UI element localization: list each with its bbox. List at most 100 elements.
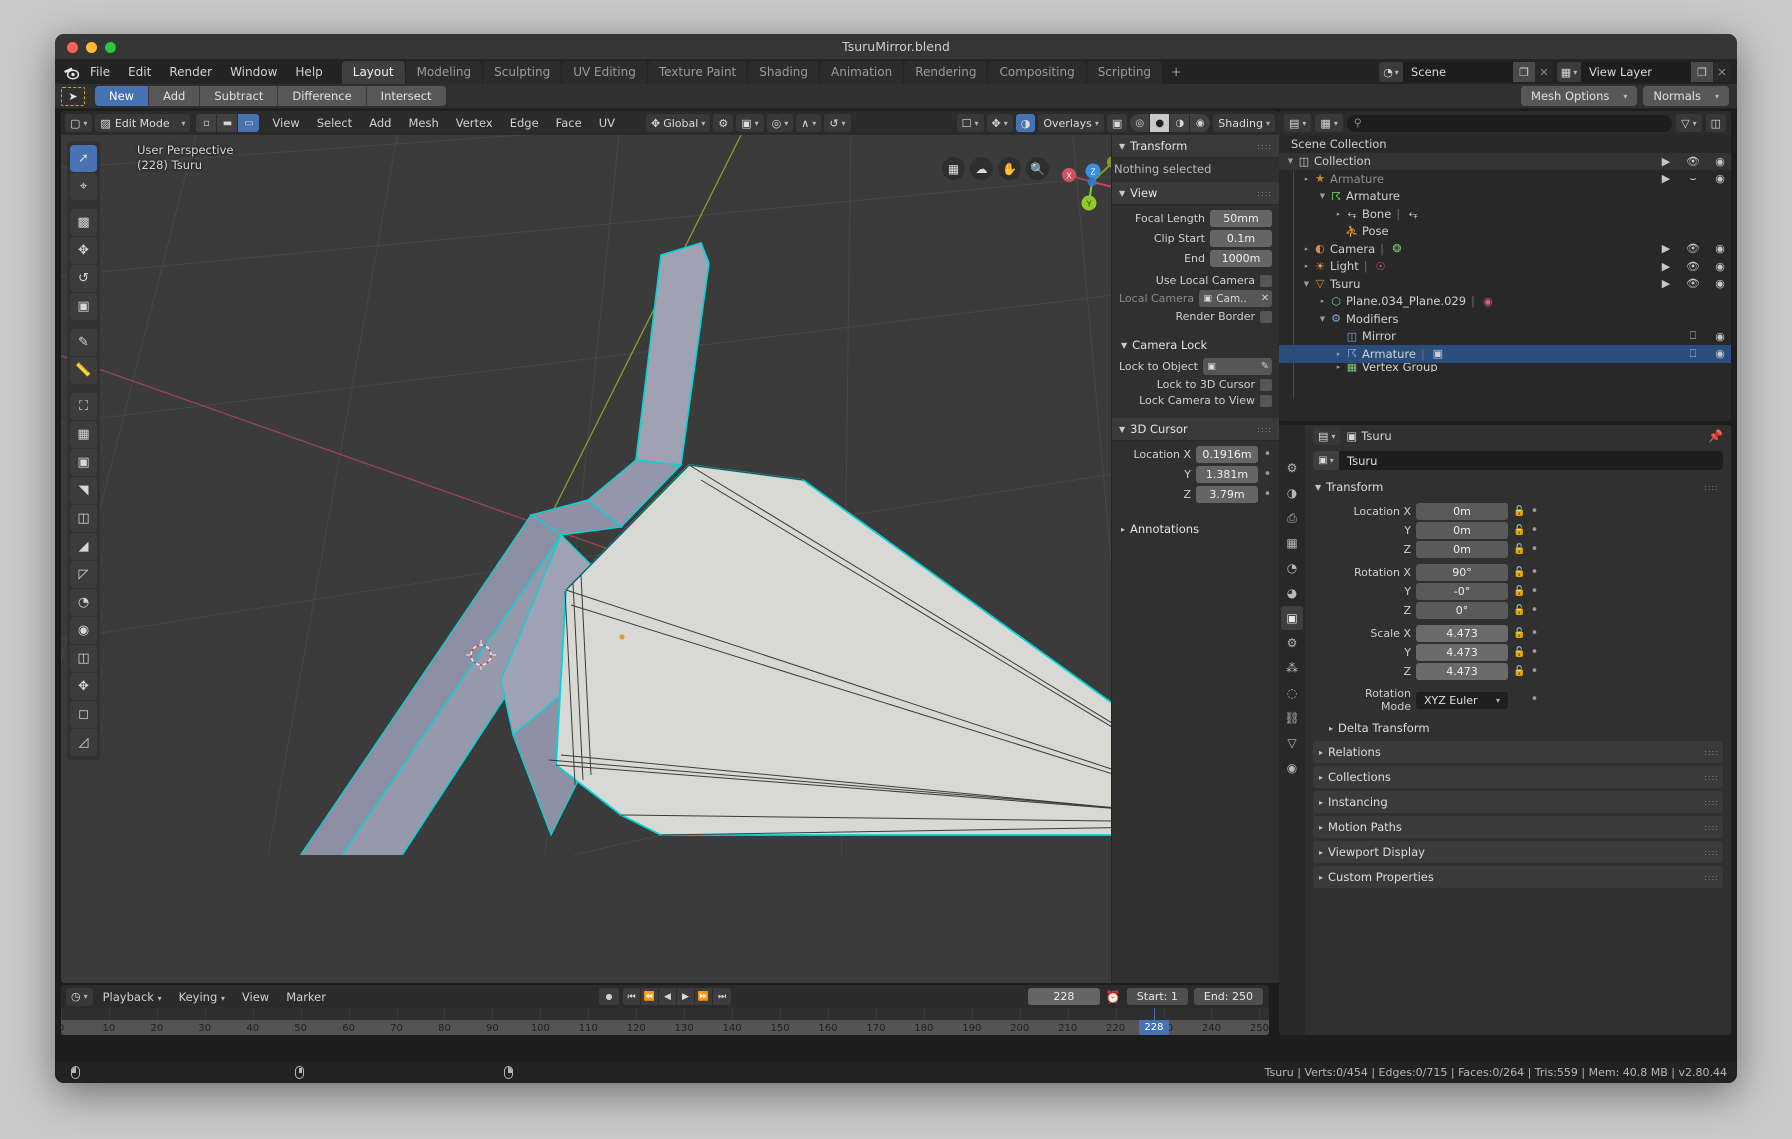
animate-dot-icon[interactable]: • — [1263, 468, 1272, 481]
twisty-icon[interactable]: ▸ — [1333, 210, 1344, 218]
timeline-ruler[interactable]: 0 10 20 30 40 50 60 70 80 90 100 110 120 130 140 150 160… — [61, 1008, 1269, 1035]
outliner-editor-type-selector[interactable]: ▤ ▾ — [1284, 114, 1312, 132]
outliner-row-armature-modifier[interactable]: ▸ ☈ Armature | ▣ ⎕ ◉ — [1279, 345, 1731, 363]
workspace-tab-add[interactable]: + — [1163, 61, 1189, 84]
interaction-mode-selector[interactable]: ▨ Edit Mode ▾ — [95, 114, 191, 132]
knife-tool-button[interactable]: ◢ — [70, 533, 97, 560]
lock-to-object-field[interactable]: ▣ ✎ — [1202, 358, 1272, 375]
scale-x-field[interactable]: 4.473 — [1416, 625, 1508, 642]
camera-view-icon[interactable]: ☁ — [970, 157, 993, 180]
animate-dot-icon[interactable]: • — [1530, 505, 1539, 518]
npanel-3d-cursor-header[interactable]: ▼ 3D Cursor :::: — [1112, 418, 1279, 441]
play-reverse-button[interactable]: ◀ — [659, 988, 677, 1005]
animate-dot-icon[interactable]: • — [1530, 524, 1539, 537]
cursor-location-x-field[interactable]: 0.1916m — [1196, 446, 1258, 463]
workspace-tab-modeling[interactable]: Modeling — [405, 61, 483, 84]
twisty-icon[interactable]: ▸ — [1301, 245, 1312, 253]
viewport-display-icon[interactable]: ⎕ — [1686, 347, 1700, 361]
measure-tool-button[interactable]: 📏 — [70, 357, 97, 384]
outliner-row-camera[interactable]: ▸ ◐ Camera | ❂ ▶ 👁 ◉ — [1279, 240, 1731, 258]
outliner-row-pose[interactable]: ⛹ Pose — [1279, 223, 1731, 241]
menu-help[interactable]: Help — [286, 62, 331, 82]
snap-target-selector[interactable]: ▣ ▾ — [736, 114, 764, 132]
snap-magnet-button[interactable]: ⚙ — [713, 114, 734, 132]
animate-dot-icon[interactable]: • — [1530, 585, 1539, 598]
rip-region-tool-button[interactable]: ◿ — [70, 729, 97, 756]
edge-select-mode-button[interactable]: ▬ — [217, 114, 239, 132]
timeline-editor-type-selector[interactable]: ◷ ▾ — [66, 987, 93, 1006]
rotation-z-field[interactable]: 0° — [1416, 602, 1508, 619]
material-preview-shading-button[interactable]: ◑ — [1170, 114, 1191, 132]
hand-pan-icon[interactable]: ✋ — [998, 157, 1021, 180]
boolean-mode-subtract[interactable]: Subtract — [200, 86, 279, 106]
poly-build-tool-button[interactable]: ◸ — [70, 561, 97, 588]
workspace-tab-texture-paint[interactable]: Texture Paint — [647, 61, 748, 84]
properties-tab-render[interactable]: ◑ — [1281, 481, 1303, 505]
animate-dot-icon[interactable]: • — [1530, 566, 1539, 579]
outliner-row-mirror-modifier[interactable]: ◫ Mirror ⎕ ◉ — [1279, 328, 1731, 346]
workspace-tab-animation[interactable]: Animation — [820, 61, 904, 84]
rotation-mode-dropdown[interactable]: XYZ Euler ▾ — [1416, 691, 1508, 709]
render-display-icon[interactable]: ◉ — [1713, 330, 1727, 343]
add-cube-tool-button[interactable]: ⛶ — [70, 393, 97, 420]
properties-tab-material[interactable]: ◉ — [1281, 756, 1303, 780]
animate-dot-icon[interactable]: • — [1530, 693, 1539, 706]
visibility-eye-icon[interactable]: 👁 — [1686, 277, 1700, 290]
viewport-display-icon[interactable]: ⎕ — [1686, 329, 1700, 343]
view-layer-selector[interactable]: ▦ ▾ View Layer ❐ ✕ — [1557, 62, 1731, 82]
zoom-icon[interactable]: 🔍 — [1026, 157, 1049, 180]
lock-icon[interactable]: 🔓 — [1513, 647, 1525, 658]
outliner-row-light[interactable]: ▸ ☀ Light | ☉ ▶ 👁 ◉ — [1279, 258, 1731, 276]
face-select-mode-button[interactable]: ▭ — [238, 114, 260, 132]
cursor-tool-button[interactable]: ⌖ — [70, 173, 97, 200]
motion-paths-panel[interactable]: ▸ Motion Paths :::: — [1313, 816, 1723, 838]
light-data-icon[interactable]: ☉ — [1373, 260, 1389, 273]
mesh-options-popover[interactable]: Mesh Options ▾ — [1521, 86, 1638, 106]
animate-dot-icon[interactable]: • — [1530, 646, 1539, 659]
menu-file[interactable]: File — [81, 62, 119, 82]
lock-to-3d-cursor-checkbox[interactable] — [1260, 378, 1272, 391]
rotation-x-field[interactable]: 90° — [1416, 564, 1508, 581]
lock-icon[interactable]: 🔓 — [1513, 567, 1525, 578]
properties-tab-tool[interactable]: ⚙ — [1281, 456, 1303, 480]
twisty-icon[interactable]: ▼ — [1317, 192, 1328, 200]
npanel-annotations-header[interactable]: ▸ Annotations — [1112, 518, 1279, 540]
scale-z-field[interactable]: 4.473 — [1416, 663, 1508, 680]
twisty-icon[interactable]: ▸ — [1333, 363, 1344, 371]
render-camera-icon[interactable]: ◉ — [1713, 260, 1727, 273]
viewport-menu-mesh[interactable]: Mesh — [401, 114, 445, 132]
properties-tab-data[interactable]: ▽ — [1281, 731, 1303, 755]
outliner-row-armature-object[interactable]: ▸ ★ Armature ▶ ⌣ ◉ — [1279, 170, 1731, 188]
npanel-camera-lock-header[interactable]: ▼ Camera Lock — [1112, 334, 1279, 356]
boolean-mode-difference[interactable]: Difference — [278, 86, 367, 106]
local-camera-field[interactable]: ▣ Cam.. ✕ — [1199, 290, 1272, 307]
camera-data-icon[interactable]: ❂ — [1389, 242, 1405, 255]
annotate-tool-button[interactable]: ✎ — [70, 329, 97, 356]
transform-panel-header[interactable]: ▼ Transform :::: — [1313, 477, 1723, 497]
properties-tab-output[interactable]: ⎙ — [1281, 506, 1303, 530]
object-name-field[interactable]: ▣ ▾ Tsuru — [1313, 451, 1723, 470]
filter-arrow-icon[interactable]: ▶ — [1659, 172, 1673, 185]
render-camera-icon[interactable]: ◉ — [1713, 172, 1727, 185]
workspace-tab-layout[interactable]: Layout — [341, 61, 405, 84]
clock-icon[interactable]: ⏰ — [1106, 990, 1121, 1004]
bevel-tool-button[interactable]: ◥ — [70, 477, 97, 504]
twisty-icon[interactable]: ▸ — [1317, 297, 1328, 305]
blender-logo-icon[interactable] — [61, 63, 81, 81]
viewport-menu-edge[interactable]: Edge — [503, 114, 546, 132]
scene-selector[interactable]: ◔ ▾ Scene ❐ ✕ — [1379, 62, 1553, 82]
view-layer-name[interactable]: View Layer — [1581, 62, 1691, 82]
properties-editor-type-selector[interactable]: ▤ ▾ — [1313, 427, 1341, 445]
location-y-field[interactable]: 0m — [1416, 522, 1508, 539]
render-camera-icon[interactable]: ◉ — [1713, 242, 1727, 255]
edge-slide-tool-button[interactable]: ◫ — [70, 645, 97, 672]
unlink-scene-icon[interactable]: ✕ — [1535, 62, 1553, 82]
npanel-transform-header[interactable]: ▼ Transform :::: — [1112, 135, 1279, 158]
lock-camera-to-view-checkbox[interactable] — [1260, 394, 1272, 407]
viewport-menu-select[interactable]: Select — [310, 114, 359, 132]
render-camera-icon[interactable]: ◉ — [1713, 155, 1727, 168]
active-tool-icon[interactable]: ➤ — [61, 86, 85, 106]
workspace-tab-compositing[interactable]: Compositing — [988, 61, 1086, 84]
material-icon[interactable]: ◉ — [1480, 295, 1496, 308]
remove-view-layer-icon[interactable]: ✕ — [1713, 62, 1731, 82]
